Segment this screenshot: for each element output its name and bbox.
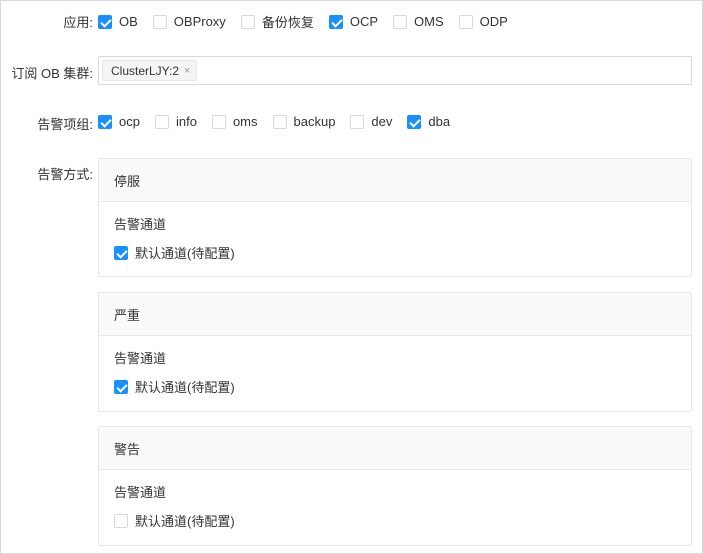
cluster-tag-label: ClusterLJY:2 <box>111 63 180 78</box>
group-option-label: dev <box>371 114 393 129</box>
cluster-label: 订阅 OB 集群: <box>11 66 93 81</box>
alert-method-label: 告警方式: <box>37 167 93 182</box>
checkbox-info[interactable] <box>154 114 169 129</box>
checkbox-backup-restore[interactable] <box>240 14 255 29</box>
checkbox-oms[interactable] <box>211 114 226 129</box>
app-option-label: 备份恢复 <box>261 15 314 30</box>
channel-option-label: 默认通道(待配置) <box>135 246 235 261</box>
checkbox-dev[interactable] <box>350 114 365 129</box>
checkbox-oms[interactable] <box>393 14 407 29</box>
group-option-info[interactable]: info <box>154 114 197 129</box>
channel-label: 告警通道 <box>114 351 167 366</box>
channel-option-default[interactable]: 默认通道(待配置) <box>114 511 676 530</box>
app-option-ob[interactable]: OB <box>98 14 138 29</box>
severity-card-warning: 警告 告警通道 默认通道(待配置) <box>98 426 692 546</box>
checkbox-odp[interactable] <box>458 14 473 29</box>
alert-group-options: ocp info oms backup dev dba <box>98 114 464 129</box>
channel-option-default[interactable]: 默认通道(待配置) <box>114 243 676 262</box>
app-option-label: OMS <box>414 14 444 29</box>
app-option-ocp[interactable]: OCP <box>328 14 378 29</box>
app-option-oms[interactable]: OMS <box>393 14 444 29</box>
card-body: 告警通道 默认通道(待配置) <box>99 470 691 530</box>
checkbox-default-channel[interactable] <box>114 513 128 528</box>
checkbox-obproxy[interactable] <box>152 14 167 29</box>
group-option-backup[interactable]: backup <box>272 114 336 129</box>
alert-subscription-form: 应用: OB OBProxy 备份恢复 OCP OMS ODP 订阅 OB 集群… <box>0 0 703 554</box>
group-option-oms[interactable]: oms <box>211 114 258 129</box>
cluster-select[interactable]: ClusterLJY:2 × <box>98 56 692 85</box>
group-option-dba[interactable]: dba <box>407 114 450 129</box>
app-option-label: OBProxy <box>173 14 226 29</box>
channel-option-default[interactable]: 默认通道(待配置) <box>114 377 676 396</box>
close-icon[interactable]: × <box>184 65 190 77</box>
app-option-obproxy[interactable]: OBProxy <box>152 14 226 29</box>
group-option-label: info <box>175 114 197 129</box>
card-title: 警告 <box>99 427 691 470</box>
severity-card-outage: 停服 告警通道 默认通道(待配置) <box>98 158 692 277</box>
app-options: OB OBProxy 备份恢复 OCP OMS ODP <box>98 12 522 31</box>
group-option-label: ocp <box>119 114 140 129</box>
alert-group-label: 告警项组: <box>37 117 93 132</box>
group-option-dev[interactable]: dev <box>350 114 392 129</box>
app-label: 应用: <box>63 15 93 30</box>
channel-label: 告警通道 <box>114 485 167 500</box>
card-body: 告警通道 默认通道(待配置) <box>99 202 691 262</box>
card-title: 严重 <box>99 293 691 336</box>
group-option-label: backup <box>293 114 336 129</box>
channel-option-label: 默认通道(待配置) <box>135 380 235 395</box>
group-option-ocp[interactable]: ocp <box>98 114 140 129</box>
app-option-label: OCP <box>349 14 378 29</box>
card-body: 告警通道 默认通道(待配置) <box>99 336 691 396</box>
checkbox-default-channel[interactable] <box>114 379 128 394</box>
checkbox-ocp[interactable] <box>328 14 343 29</box>
checkbox-backup[interactable] <box>272 114 287 129</box>
app-option-label: ODP <box>479 14 508 29</box>
checkbox-ob[interactable] <box>98 14 112 29</box>
checkbox-dba[interactable] <box>407 114 422 129</box>
card-title: 停服 <box>99 159 691 202</box>
cluster-tag: ClusterLJY:2 × <box>102 60 198 81</box>
checkbox-ocp[interactable] <box>98 114 112 129</box>
group-option-label: oms <box>232 114 258 129</box>
severity-card-critical: 严重 告警通道 默认通道(待配置) <box>98 292 692 412</box>
app-option-label: OB <box>119 14 138 29</box>
channel-label: 告警通道 <box>114 217 167 232</box>
channel-option-label: 默认通道(待配置) <box>135 514 235 529</box>
group-option-label: dba <box>428 114 451 129</box>
app-option-odp[interactable]: ODP <box>458 14 508 29</box>
checkbox-default-channel[interactable] <box>114 245 128 260</box>
app-option-backup-restore[interactable]: 备份恢复 <box>240 12 314 31</box>
